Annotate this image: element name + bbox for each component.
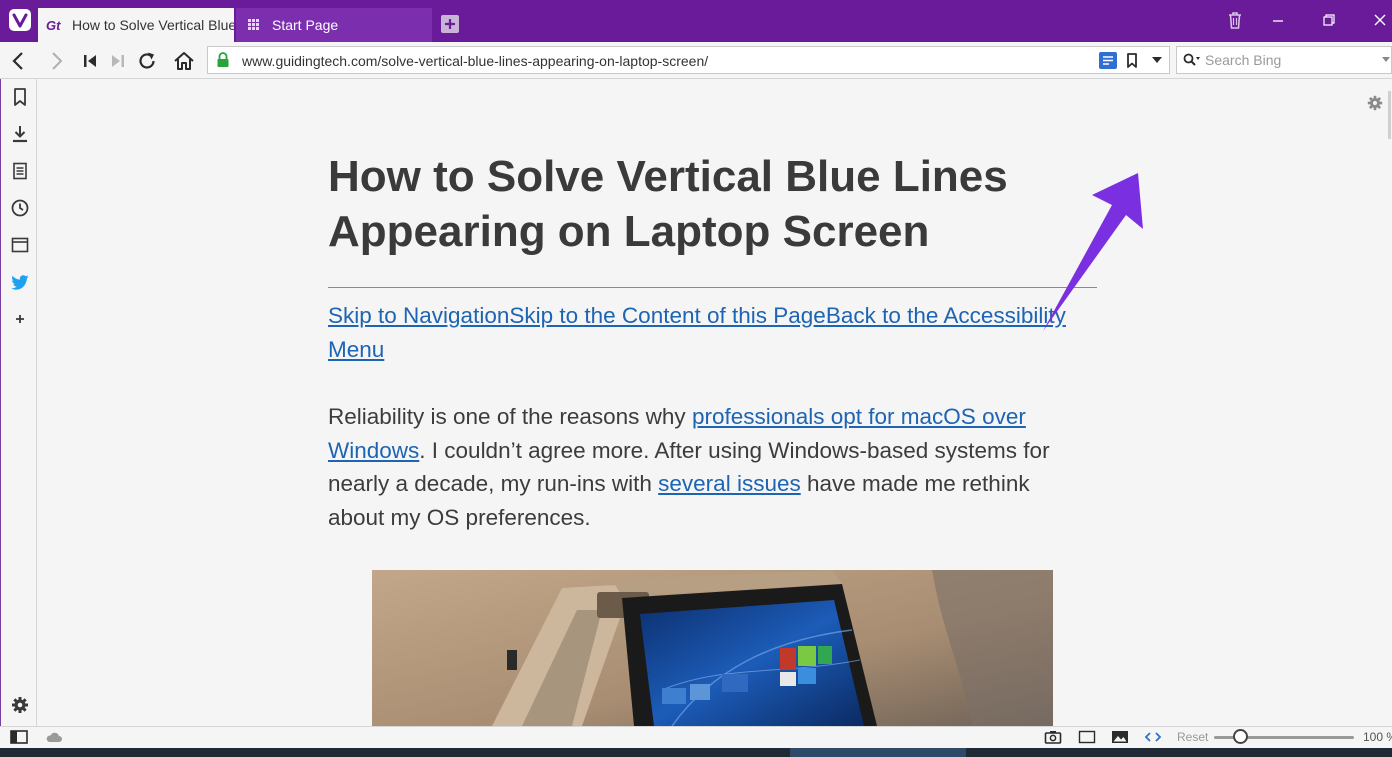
- notes-panel-button[interactable]: [10, 161, 30, 181]
- skip-to-navigation-link[interactable]: Skip to Navigation: [328, 303, 509, 328]
- bookmark-page-button[interactable]: [1125, 52, 1139, 69]
- taskbar-active-item[interactable]: [790, 748, 966, 757]
- tile-window-icon: [1078, 730, 1096, 744]
- close-window-button[interactable]: [1370, 10, 1390, 30]
- plus-icon: [16, 315, 24, 323]
- home-icon: [174, 52, 194, 70]
- bookmarks-icon: [14, 88, 26, 106]
- zoom-level: 100 %: [1363, 730, 1392, 744]
- twitter-panel-button[interactable]: [10, 272, 30, 292]
- rewind-icon: [84, 55, 96, 67]
- zoom-reset-button[interactable]: Reset: [1177, 730, 1208, 744]
- history-icon: [11, 199, 29, 217]
- arrow-left-icon: [12, 52, 23, 70]
- skip-to-content-link[interactable]: Skip to the Content of this Page: [509, 303, 825, 328]
- address-field[interactable]: www.guidingtech.com/solve-vertical-blue-…: [207, 46, 1170, 74]
- article-intro-paragraph: Reliability is one of the reasons why pr…: [328, 400, 1088, 534]
- laptop-photo: [372, 570, 1053, 726]
- history-panel-button[interactable]: [10, 198, 30, 218]
- notes-icon: [13, 162, 27, 180]
- speed-dial-grid-icon: [248, 19, 259, 30]
- restore-button[interactable]: [1319, 10, 1339, 30]
- tab-bar: Gt How to Solve Vertical Blue L Start Pa…: [0, 0, 1392, 42]
- twitter-icon: [11, 275, 29, 290]
- bookmarks-panel-button[interactable]: [10, 87, 30, 107]
- address-toolbar: www.guidingtech.com/solve-vertical-blue-…: [0, 42, 1392, 79]
- close-icon: [1374, 14, 1386, 26]
- camera-icon: [1044, 731, 1062, 744]
- reader-view-icon: [1099, 52, 1117, 69]
- page-content: How to Solve Vertical Blue Lines Appeari…: [38, 79, 1392, 726]
- sync-button[interactable]: [45, 729, 63, 745]
- code-brackets-icon: [1144, 732, 1162, 742]
- cloud-icon: [46, 732, 62, 742]
- toggle-panel-button[interactable]: [10, 729, 28, 745]
- plus-icon: [445, 19, 455, 29]
- new-tab-button[interactable]: [441, 15, 459, 33]
- capture-button[interactable]: [1044, 729, 1062, 745]
- title-divider: [328, 287, 1097, 288]
- scrollbar-thumb[interactable]: [1388, 91, 1391, 139]
- fast-forward-icon: [112, 55, 124, 67]
- svg-text:Gt: Gt: [46, 18, 61, 32]
- search-input[interactable]: [1205, 51, 1375, 69]
- several-issues-link[interactable]: several issues: [658, 471, 801, 496]
- chevron-down-icon: [1152, 57, 1162, 63]
- gear-icon: [1367, 95, 1383, 111]
- article-title: How to Solve Vertical Blue Lines Appeari…: [328, 152, 1008, 256]
- tab-start-page[interactable]: Start Page: [236, 8, 432, 42]
- panel-toggle-icon: [10, 730, 28, 744]
- lock-icon: [217, 52, 229, 67]
- settings-button[interactable]: [10, 695, 30, 715]
- reader-settings-button[interactable]: [1366, 94, 1384, 112]
- os-taskbar: [0, 748, 1392, 757]
- tab-title: How to Solve Vertical Blue L: [72, 17, 234, 33]
- annotation-arrow-icon: [1043, 173, 1143, 331]
- add-web-panel-button[interactable]: [10, 309, 30, 329]
- trash-closed-tabs-button[interactable]: [1225, 10, 1245, 30]
- guidingtech-favicon-icon: Gt: [46, 18, 61, 32]
- search-engine-icon: [1183, 53, 1200, 66]
- laptop-photo-illustration: [372, 570, 1053, 726]
- reader-view-button[interactable]: [1099, 52, 1117, 69]
- downloads-icon: [13, 126, 27, 143]
- tab-title: Start Page: [272, 17, 339, 33]
- zoom-slider-handle[interactable]: [1233, 729, 1248, 744]
- forward-button[interactable]: [45, 50, 67, 72]
- downloads-panel-button[interactable]: [10, 124, 30, 144]
- image-icon: [1112, 731, 1128, 743]
- back-button[interactable]: [8, 50, 30, 72]
- images-toggle-button[interactable]: [1111, 729, 1129, 745]
- bookmark-icon: [1127, 53, 1137, 68]
- window-panel-button[interactable]: [10, 235, 30, 255]
- status-bar: Reset 100 %: [0, 726, 1392, 748]
- restore-icon: [1323, 14, 1335, 26]
- rewind-button[interactable]: [80, 50, 102, 72]
- gear-icon: [12, 697, 28, 713]
- arrow-right-icon: [52, 52, 63, 70]
- trash-icon: [1229, 12, 1241, 29]
- reload-icon: [139, 52, 155, 69]
- vivaldi-menu-button[interactable]: [9, 9, 31, 31]
- chevron-down-icon: [1382, 57, 1390, 62]
- page-actions-button[interactable]: [1144, 729, 1162, 745]
- intro-text: Reliability is one of the reasons why: [328, 404, 692, 429]
- window-panel-icon: [11, 237, 29, 253]
- tab-active[interactable]: Gt How to Solve Vertical Blue L: [38, 8, 234, 42]
- side-panel: [0, 79, 37, 726]
- vivaldi-logo-icon: [12, 13, 28, 28]
- skip-links: Skip to NavigationSkip to the Content of…: [328, 299, 1088, 366]
- home-button[interactable]: [173, 50, 195, 72]
- search-field[interactable]: [1176, 46, 1392, 74]
- scrollbar[interactable]: [1386, 79, 1392, 726]
- reload-button[interactable]: [136, 50, 158, 72]
- minimize-icon: [1273, 20, 1283, 22]
- tiling-button[interactable]: [1078, 729, 1096, 745]
- minimize-button[interactable]: [1268, 10, 1288, 30]
- url-text: www.guidingtech.com/solve-vertical-blue-…: [242, 53, 709, 69]
- address-dropdown-button[interactable]: [1150, 54, 1164, 66]
- fast-forward-button[interactable]: [106, 50, 128, 72]
